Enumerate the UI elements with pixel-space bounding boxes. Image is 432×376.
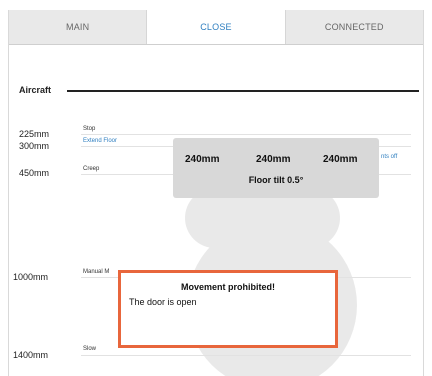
alert-dialog[interactable]: Movement prohibited! The door is open bbox=[118, 270, 338, 348]
floor-center-value: 240mm bbox=[256, 154, 291, 165]
aircraft-label: Aircraft bbox=[19, 85, 52, 95]
distance-label-225: 225mm bbox=[19, 129, 50, 139]
tab-bar: MAIN CLOSE CONNECTED bbox=[9, 10, 423, 45]
distance-label-1400: 1400mm bbox=[13, 350, 49, 360]
level-rule-225 bbox=[81, 134, 411, 135]
alert-message: The door is open bbox=[129, 297, 197, 307]
tab-connected[interactable]: CONNECTED bbox=[285, 10, 423, 44]
floor-measurement-panel: 240mm 240mm 240mm Floor tilt 0.5° bbox=[173, 138, 379, 198]
tab-main[interactable]: MAIN bbox=[9, 10, 148, 44]
floor-right-value: 240mm bbox=[323, 154, 358, 165]
partial-note: nts off bbox=[381, 154, 398, 160]
level-note-slow: Slow bbox=[83, 346, 97, 352]
floor-tilt-readout: Floor tilt 0.5° bbox=[248, 175, 304, 185]
distance-label-300: 300mm bbox=[19, 141, 50, 151]
distance-label-450: 450mm bbox=[19, 168, 50, 178]
aircraft-line bbox=[67, 90, 419, 92]
app-frame: MAIN CLOSE CONNECTED Aircraft 225mm 300m… bbox=[8, 10, 424, 376]
alert-title: Movement prohibited! bbox=[181, 282, 275, 292]
floor-left-value: 240mm bbox=[185, 154, 220, 165]
distance-label-1000: 1000mm bbox=[13, 272, 49, 282]
level-note-extend-floor: Extend Floor bbox=[83, 138, 118, 144]
level-note-manual: Manual M bbox=[83, 269, 110, 275]
level-rule-1400 bbox=[81, 355, 411, 356]
level-note-stop: Stop bbox=[83, 126, 96, 132]
level-note-creep: Creep bbox=[83, 166, 100, 172]
tab-close[interactable]: CLOSE bbox=[147, 10, 286, 44]
